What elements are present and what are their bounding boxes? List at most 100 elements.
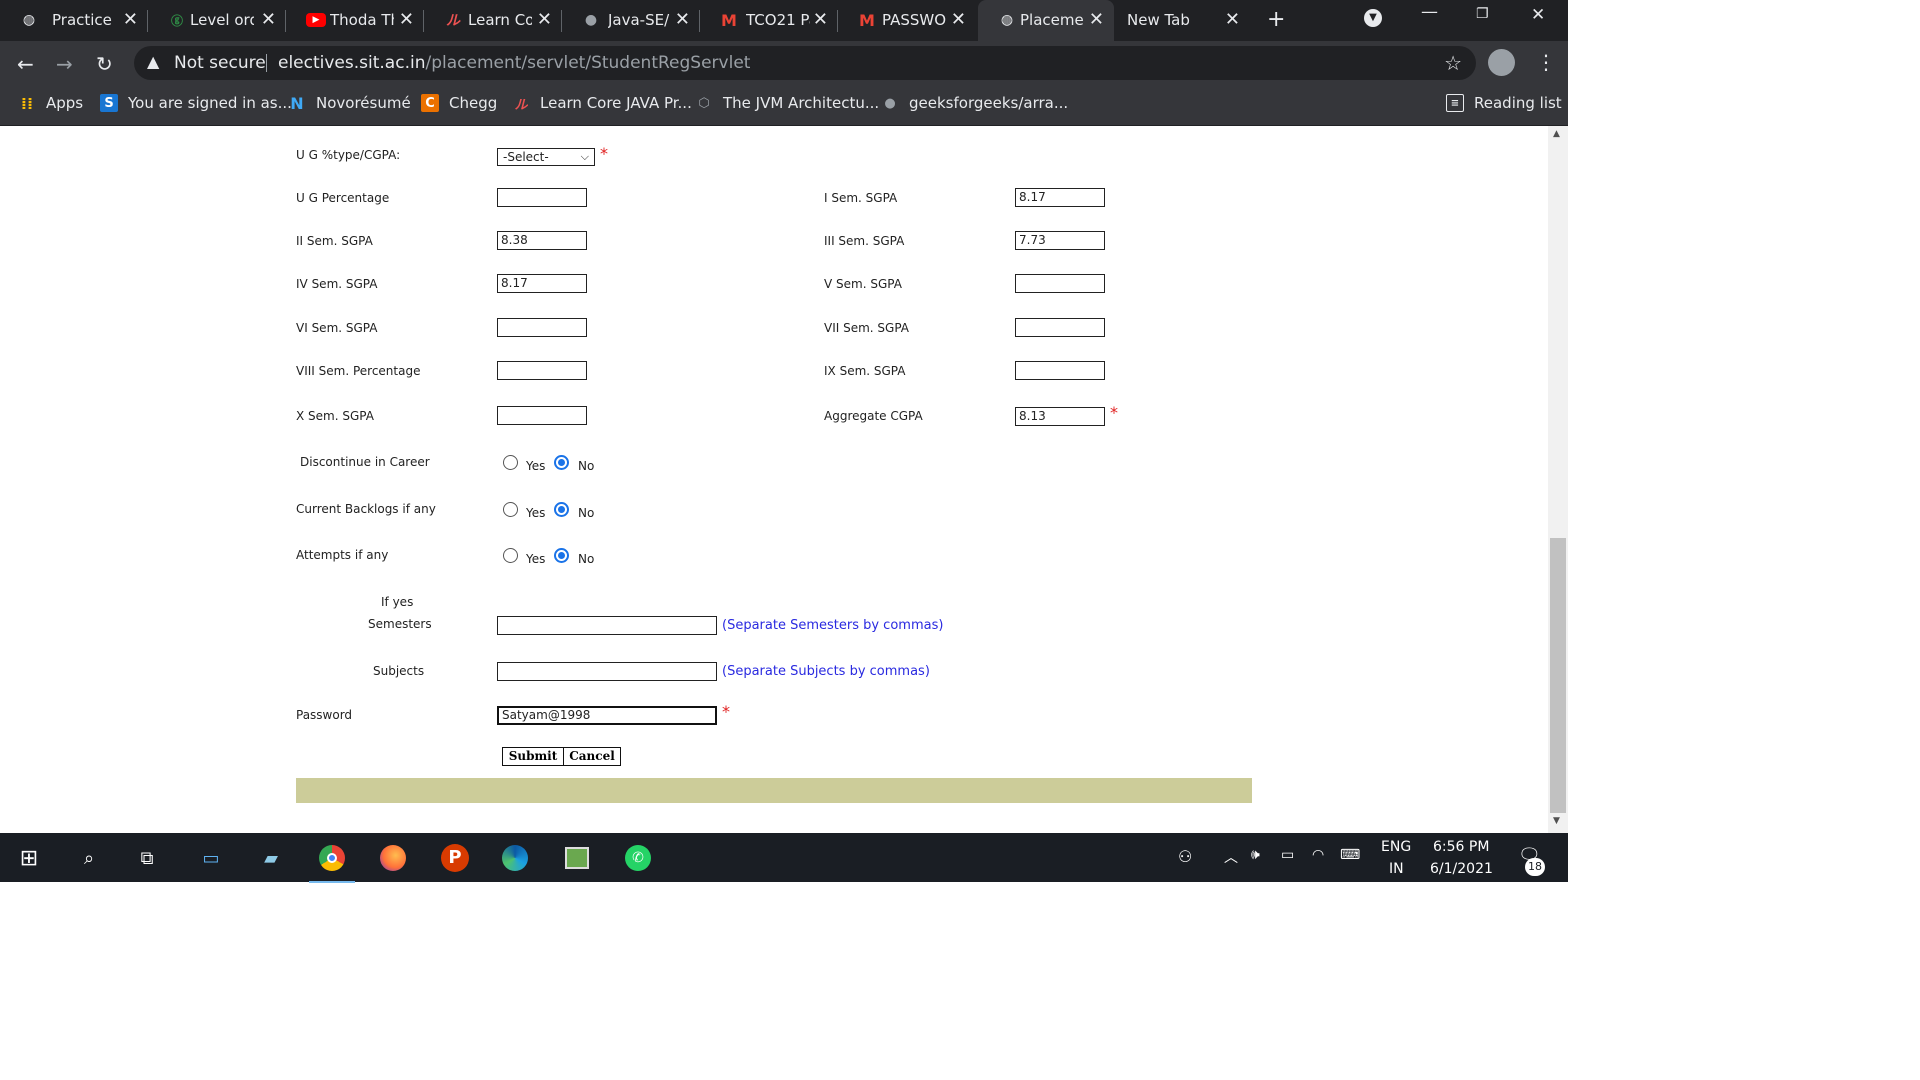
edge-icon[interactable] [500, 843, 530, 873]
password-field[interactable]: Satyam@1998 [497, 706, 717, 725]
clock-time[interactable]: 6:56 PM [1433, 839, 1489, 855]
p-app-icon[interactable]: P [440, 843, 470, 873]
minimize-icon[interactable]: — [1421, 2, 1438, 22]
vertical-scrollbar[interactable]: ▲ ▼ [1548, 126, 1568, 833]
aggregate-cgpa-field[interactable]: 8.13 [1015, 407, 1105, 426]
back-arrow-icon[interactable]: ← [17, 52, 34, 76]
attempts-no-radio[interactable] [554, 548, 569, 563]
sem10-field[interactable] [497, 406, 587, 425]
backlogs-no-radio[interactable] [554, 502, 569, 517]
windows-start-icon[interactable]: ⊞ [14, 843, 44, 873]
semesters-field[interactable] [497, 616, 717, 635]
sem1-field[interactable]: 8.17 [1015, 188, 1105, 207]
new-tab-plus-icon[interactable]: + [1267, 7, 1285, 32]
url-text[interactable]: electives.sit.ac.in/placement/servlet/St… [278, 53, 750, 73]
required-marker: * [722, 702, 730, 721]
cancel-button[interactable]: Cancel [563, 747, 621, 766]
tab-title: PASSWO [882, 11, 946, 29]
sem6-field[interactable] [497, 318, 587, 337]
forward-arrow-icon[interactable]: → [56, 52, 73, 76]
tab-level-order[interactable]: ⓖ Level ord ✕ [148, 0, 286, 41]
submit-button[interactable]: Submit [502, 747, 564, 766]
bookmark-jvm[interactable]: ⬡ The JVM Architectu... [695, 94, 879, 112]
menu-kebab-icon[interactable]: ⋮ [1536, 50, 1556, 74]
address-bar[interactable]: ▲ Not secure electives.sit.ac.in/placeme… [134, 46, 1476, 80]
discontinue-no-radio[interactable] [554, 455, 569, 470]
tab-gmail-tco21[interactable]: M TCO21 Pa ✕ [700, 0, 838, 41]
tab-learn-core[interactable]: ル Learn Co ✕ [424, 0, 562, 41]
reload-icon[interactable]: ↻ [96, 52, 113, 76]
tab-new-tab[interactable]: New Tab ✕ [1114, 0, 1250, 41]
file-explorer-icon[interactable]: ▭ [196, 843, 226, 873]
close-tab-icon[interactable]: ✕ [399, 9, 414, 30]
close-tab-icon[interactable]: ✕ [123, 9, 138, 30]
keyboard-icon[interactable]: ⌨ [1340, 847, 1360, 863]
bookmark-star-icon[interactable]: ☆ [1444, 51, 1462, 75]
language-code[interactable]: ENG [1381, 839, 1411, 855]
wifi-icon[interactable]: ◠ [1312, 847, 1324, 863]
people-icon[interactable]: ⚇ [1178, 847, 1192, 866]
sem4-field[interactable]: 8.17 [497, 274, 587, 293]
bookmark-apps[interactable]: ⁞⁞ Apps [18, 94, 83, 113]
close-tab-icon[interactable]: ✕ [951, 9, 966, 30]
close-tab-icon[interactable]: ✕ [1225, 9, 1240, 30]
chevron-up-icon[interactable]: ︿ [1224, 847, 1238, 867]
warning-triangle-icon[interactable]: ▲ [147, 52, 159, 71]
sem9-field[interactable] [1015, 361, 1105, 380]
tab-github-java[interactable]: ● Java-SE/ ✕ [562, 0, 700, 41]
whatsapp-icon[interactable]: ✆ [623, 843, 653, 873]
sem7-label: VII Sem. SGPA [824, 321, 910, 335]
sem8-field[interactable] [497, 361, 587, 380]
sem10-label: X Sem. SGPA [296, 409, 374, 423]
scroll-down-arrow-icon[interactable]: ▼ [1553, 816, 1560, 826]
attempts-label: Attempts if any [296, 548, 389, 562]
close-tab-icon[interactable]: ✕ [675, 9, 690, 30]
task-view-icon[interactable]: ⧉ [132, 843, 162, 873]
scroll-thumb[interactable] [1550, 538, 1566, 813]
tab-search-icon[interactable]: ▼ [1364, 9, 1382, 27]
tab-youtube[interactable]: ▶ Thoda Th ✕ [286, 0, 424, 41]
scroll-up-arrow-icon[interactable]: ▲ [1553, 129, 1560, 139]
security-status[interactable]: Not secure [174, 53, 266, 73]
reading-list[interactable]: ≡ Reading list [1446, 94, 1562, 112]
bookmark-label: The JVM Architectu... [723, 94, 880, 112]
clock-date[interactable]: 6/1/2021 [1430, 861, 1493, 877]
sem2-label: II Sem. SGPA [296, 234, 373, 248]
backlogs-yes-radio[interactable] [503, 502, 518, 517]
volume-icon[interactable]: 🕪 [1251, 847, 1260, 863]
bookmark-gfg-github[interactable]: ● geeksforgeeks/arra... [881, 94, 1068, 112]
tab-gmail-password[interactable]: M PASSWO ✕ [838, 0, 976, 41]
battery-icon[interactable]: ▭ [1281, 847, 1294, 863]
sem5-field[interactable] [1015, 274, 1105, 293]
subjects-field[interactable] [497, 662, 717, 681]
discontinue-yes-radio[interactable] [503, 455, 518, 470]
ug-type-select[interactable]: -Select- ⌵ [497, 148, 595, 166]
image-app-icon[interactable] [562, 843, 592, 873]
bookmark-signed-in[interactable]: S You are signed in as... [100, 94, 292, 112]
sem2-field[interactable]: 8.38 [497, 231, 587, 250]
attempts-yes-radio[interactable] [503, 548, 518, 563]
search-icon[interactable]: ⌕ [74, 843, 104, 873]
chrome-icon[interactable] [309, 843, 355, 883]
close-tab-icon[interactable]: ✕ [813, 9, 828, 30]
attempts-yes-label: Yes [526, 552, 546, 566]
restore-icon[interactable]: ❐ [1476, 6, 1489, 22]
gmail-icon: M [859, 10, 875, 30]
profile-avatar[interactable] [1488, 49, 1515, 76]
sem7-field[interactable] [1015, 318, 1105, 337]
close-tab-icon[interactable]: ✕ [1089, 9, 1104, 30]
bookmark-chegg[interactable]: C Chegg [421, 94, 497, 112]
close-tab-icon[interactable]: ✕ [261, 9, 276, 30]
tab-practice[interactable]: ◍ Practice | ✕ [0, 0, 148, 41]
ug-percentage-field[interactable] [497, 188, 587, 207]
firefox-icon[interactable] [378, 843, 408, 873]
tab-placement[interactable]: ◍ Placemen ✕ [978, 0, 1114, 41]
region-code[interactable]: IN [1389, 861, 1404, 877]
sem3-field[interactable]: 7.73 [1015, 231, 1105, 250]
close-tab-icon[interactable]: ✕ [537, 9, 552, 30]
novoresume-icon: N [290, 93, 304, 113]
bookmark-novoresume[interactable]: N Novorésumé [288, 93, 410, 113]
bookmark-learn-java[interactable]: ル Learn Core JAVA Pr... [512, 94, 691, 113]
close-window-icon[interactable]: ✕ [1531, 5, 1545, 25]
notepad-icon[interactable]: ▰ [256, 843, 286, 873]
